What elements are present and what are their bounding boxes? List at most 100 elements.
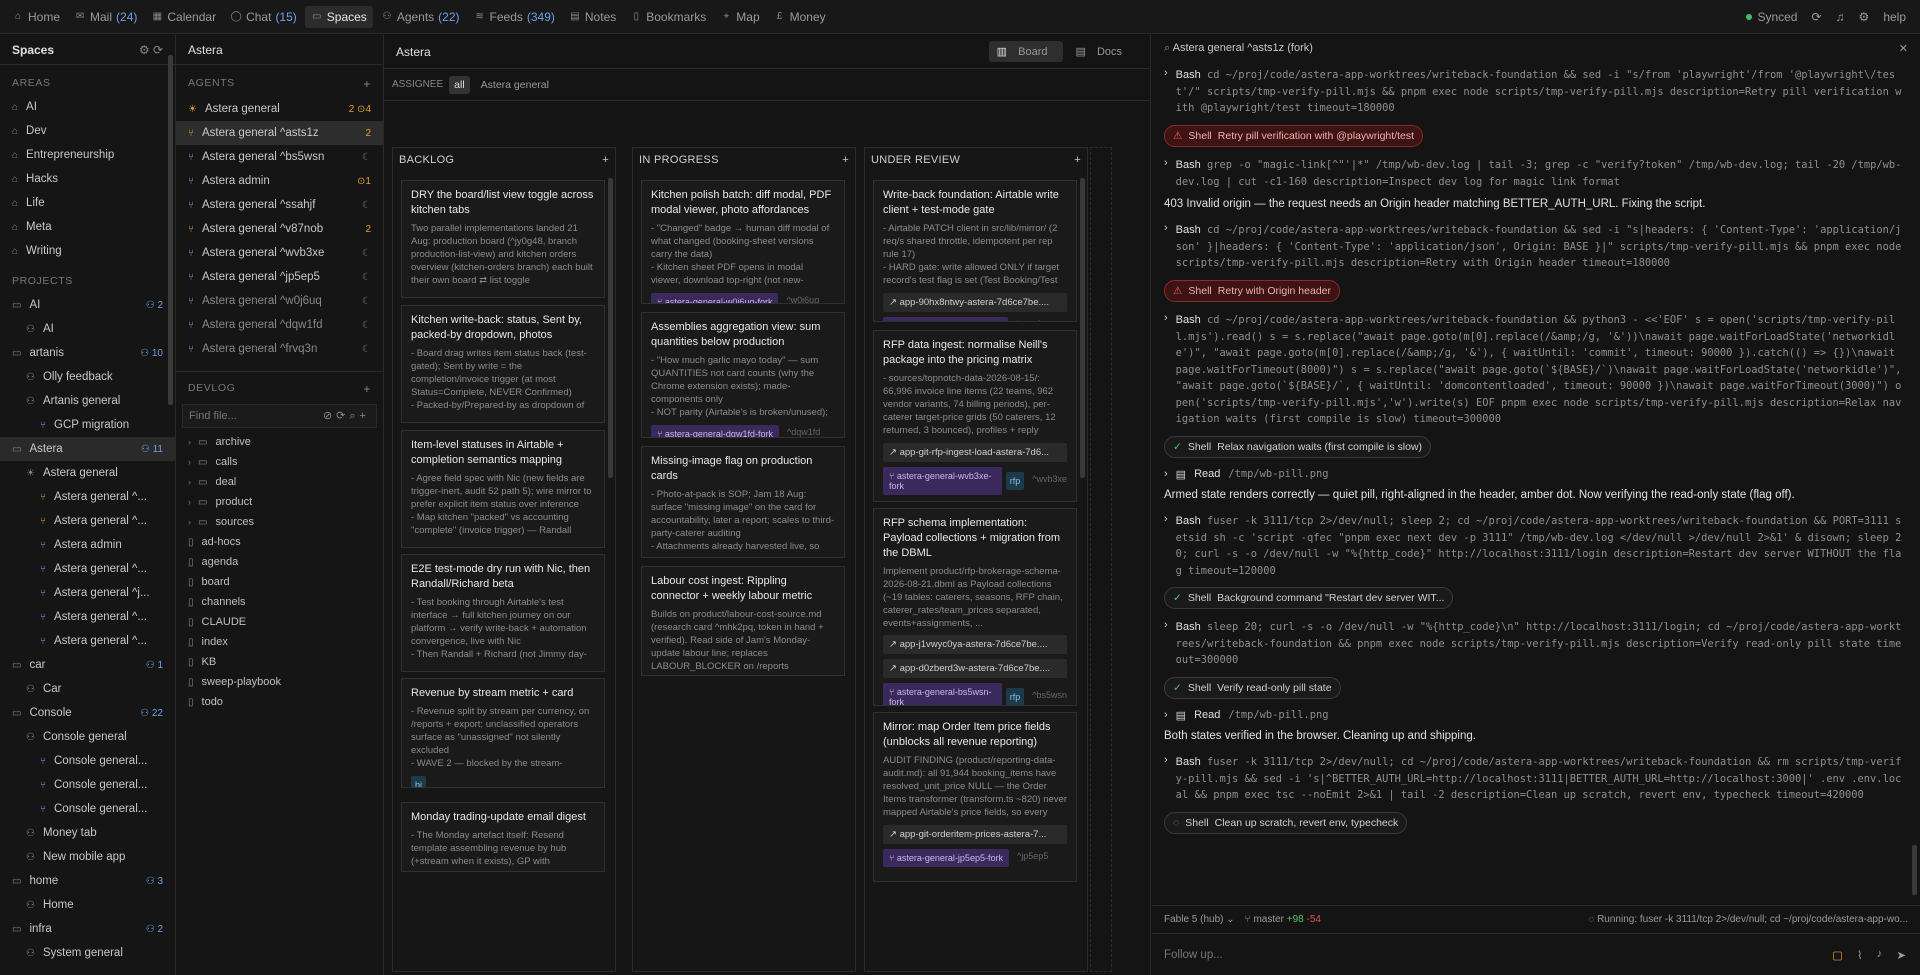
column-scrollbar[interactable] bbox=[1080, 178, 1085, 478]
project-item[interactable]: ⑂ Astera general ^... bbox=[0, 485, 175, 509]
agent-item[interactable]: ⑂ Astera general ^w0j6uq ☾ bbox=[176, 289, 383, 313]
area-item[interactable]: ⌂ Writing bbox=[0, 239, 175, 263]
task-card[interactable]: Item-level statuses in Airtable + comple… bbox=[401, 430, 605, 548]
project-item[interactable]: ⚇ New mobile app bbox=[0, 845, 175, 869]
task-card[interactable]: Labour cost ingest: Rippling connector +… bbox=[641, 566, 845, 676]
task-card[interactable]: Assemblies aggregation view: sum quantit… bbox=[641, 312, 845, 438]
bash-block[interactable]: › Bash cd ~/proj/code/astera-app-worktree… bbox=[1164, 67, 1902, 117]
project-item[interactable]: ⚇ Olly feedback bbox=[0, 365, 175, 389]
project-item[interactable]: ☀ Astera general bbox=[0, 461, 175, 485]
attach-icon[interactable]: ⌇ bbox=[1857, 948, 1863, 962]
project-item[interactable]: ⑂ Astera general ^... bbox=[0, 605, 175, 629]
agent-item[interactable]: ⑂ Astera general ^v87nob 2 bbox=[176, 217, 383, 241]
stop-icon[interactable]: ▢ bbox=[1832, 948, 1843, 962]
nav-bookmarks[interactable]: ▯ Bookmarks bbox=[624, 6, 712, 28]
send-icon[interactable]: ➤ bbox=[1896, 948, 1906, 962]
nav-money[interactable]: £ Money bbox=[768, 6, 832, 28]
shell-pill[interactable]: ✓ Shell Background command "Restart dev se… bbox=[1164, 587, 1454, 609]
nav-spaces[interactable]: ▭ Spaces bbox=[304, 5, 373, 28]
file-item[interactable]: ▯ agenda bbox=[176, 552, 383, 572]
file-item[interactable]: ▯ sweep-playbook bbox=[176, 672, 383, 692]
project-item[interactable]: ⑂ Astera general ^... bbox=[0, 557, 175, 581]
project-item[interactable]: ⑂ Console general... bbox=[0, 797, 175, 821]
shell-pill[interactable]: ⚠ Shell Retry pill verification with @play… bbox=[1164, 125, 1424, 147]
task-card[interactable]: Missing-image flag on production cards - … bbox=[641, 446, 845, 558]
project-item[interactable]: ⑂ Astera admin bbox=[0, 533, 175, 557]
folder-item[interactable]: › ▭ sources bbox=[176, 512, 383, 532]
read-block[interactable]: › ▤ Read/tmp/wb-pill.png bbox=[1164, 709, 1902, 722]
help-link[interactable]: help bbox=[1883, 10, 1906, 24]
nav-chat[interactable]: ◯ Chat (15) bbox=[224, 6, 303, 28]
project-item[interactable]: ⚇ AI bbox=[0, 317, 175, 341]
chat-scrollbar[interactable] bbox=[1912, 845, 1917, 895]
close-icon[interactable]: ✕ bbox=[1899, 42, 1908, 55]
shell-pill[interactable]: ✓ Shell Relax navigation waits (first comp… bbox=[1164, 436, 1431, 458]
file-tools-icons[interactable]: ⊘⟳⌕+ bbox=[323, 409, 370, 423]
file-item[interactable]: ▯ board bbox=[176, 572, 383, 592]
folder-item[interactable]: › ▭ archive bbox=[176, 432, 383, 452]
assignee-chip[interactable]: Astera general bbox=[476, 76, 554, 94]
project-item[interactable]: ▭ home ⚇ 3 bbox=[0, 869, 175, 893]
preview-link[interactable]: ↗ app-90hx8ntwy-astera-7d6ce7be.... bbox=[883, 293, 1067, 312]
preview-link[interactable]: ↗ app-j1vwyc0ya-astera-7d6ce7be.... bbox=[883, 635, 1067, 654]
project-item[interactable]: ▭ Console ⚇ 22 bbox=[0, 701, 175, 725]
branch-pill[interactable]: ⑂ astera-general-asts1z-fork bbox=[883, 317, 1008, 321]
area-item[interactable]: ⌂ Life bbox=[0, 191, 175, 215]
task-card[interactable]: E2E test-mode dry run with Nic, then Ran… bbox=[401, 554, 605, 672]
agent-item[interactable]: ⑂ Astera admin ⊙1 bbox=[176, 169, 383, 193]
bash-block[interactable]: › Bash sleep 20; curl -s -o /dev/null -w … bbox=[1164, 619, 1902, 669]
project-item[interactable]: ⚇ Console general bbox=[0, 725, 175, 749]
task-card[interactable]: DRY the board/list view toggle across ki… bbox=[401, 180, 605, 298]
docs-view-button[interactable]: ▤ Docs bbox=[1067, 41, 1138, 62]
file-item[interactable]: ▯ ad-hocs bbox=[176, 532, 383, 552]
mic-icon[interactable]: ♪ bbox=[1877, 948, 1883, 962]
folder-item[interactable]: › ▭ product bbox=[176, 492, 383, 512]
branch-pill[interactable]: ⑂ astera-general-dqw1fd-fork bbox=[651, 425, 779, 437]
bash-block[interactable]: › Bash fuser -k 3111/tcp 2>/dev/null; sle… bbox=[1164, 513, 1902, 579]
nav-feeds[interactable]: ≋ Feeds (349) bbox=[468, 6, 561, 28]
nav-calendar[interactable]: ▦ Calendar bbox=[145, 6, 222, 28]
preview-link[interactable]: ↗ app-git-rfp-ingest-load-astera-7d6... bbox=[883, 443, 1067, 462]
project-item[interactable]: ▭ AI ⚇ 2 bbox=[0, 293, 175, 317]
project-item[interactable]: ▭ artanis ⚇ 10 bbox=[0, 341, 175, 365]
branch-pill[interactable]: ⑂ astera-general-wvb3xe-fork bbox=[883, 467, 1002, 495]
add-devlog-icon[interactable]: + bbox=[363, 382, 371, 396]
agent-item[interactable]: ⑂ Astera general ^asts1z 2 bbox=[176, 121, 383, 145]
project-item[interactable]: ⚇ Home bbox=[0, 893, 175, 917]
file-item[interactable]: ▯ todo bbox=[176, 692, 383, 712]
refresh-icon[interactable]: ⟳ bbox=[153, 43, 163, 57]
project-item[interactable]: ▭ Astera ⚇ 11 bbox=[0, 437, 175, 461]
gear-icon[interactable]: ⚙ bbox=[1859, 10, 1870, 24]
bash-block[interactable]: › Bash cd ~/proj/code/astera-app-worktree… bbox=[1164, 222, 1902, 272]
area-item[interactable]: ⌂ Hacks bbox=[0, 167, 175, 191]
file-item[interactable]: ▯ CLAUDE bbox=[176, 612, 383, 632]
board-view-button[interactable]: ▥ Board bbox=[988, 41, 1064, 62]
project-item[interactable]: ⑂ Astera general ^... bbox=[0, 509, 175, 533]
bash-block[interactable]: › Bash grep -o "magic-link[^"'|*" /tmp/wb… bbox=[1164, 157, 1902, 190]
task-card[interactable]: RFP schema implementation: Payload colle… bbox=[873, 508, 1077, 706]
assignee-all-chip[interactable]: all bbox=[449, 75, 470, 94]
folder-item[interactable]: › ▭ calls bbox=[176, 452, 383, 472]
find-file-input[interactable]: Find file... ⊘⟳⌕+ bbox=[182, 404, 377, 428]
file-item[interactable]: ▯ index bbox=[176, 632, 383, 652]
nav-agents[interactable]: ⚇ Agents (22) bbox=[375, 6, 466, 28]
task-card[interactable]: Kitchen polish batch: diff modal, PDF mo… bbox=[641, 180, 845, 304]
bash-block[interactable]: › Bash fuser -k 3111/tcp 2>/dev/null; cd … bbox=[1164, 754, 1902, 804]
preview-link[interactable]: ↗ app-d0zberd3w-astera-7d6ce7be.... bbox=[883, 659, 1067, 678]
nav-notes[interactable]: ▤ Notes bbox=[563, 6, 622, 28]
nav-home[interactable]: ⌂ Home bbox=[6, 6, 66, 28]
host-selector[interactable]: Fable 5 (hub) ⌄ bbox=[1164, 914, 1235, 925]
branch-pill[interactable]: ⑂ astera-general-w0j6uq-fork bbox=[651, 293, 779, 303]
task-card[interactable]: Kitchen write-back: status, Sent by, pac… bbox=[401, 305, 605, 423]
branch-pill[interactable]: ⑂ astera-general-jp5ep5-fork bbox=[883, 849, 1009, 867]
bash-block[interactable]: › Bash cd ~/proj/code/astera-app-worktree… bbox=[1164, 312, 1902, 428]
add-card-icon[interactable]: + bbox=[602, 154, 609, 166]
column-scrollbar[interactable] bbox=[608, 178, 613, 478]
agent-item[interactable]: ⑂ Astera general ^bs5wsn ☾ bbox=[176, 145, 383, 169]
area-item[interactable]: ⌂ Entrepreneurship bbox=[0, 143, 175, 167]
project-item[interactable]: ⚇ Car bbox=[0, 677, 175, 701]
project-item[interactable]: ⑂ GCP migration bbox=[0, 413, 175, 437]
agent-item[interactable]: ⑂ Astera general ^jp5ep5 ☾ bbox=[176, 265, 383, 289]
project-item[interactable]: ⑂ Console general... bbox=[0, 749, 175, 773]
follow-up-input[interactable]: Follow up... ▢ ⌇ ♪ ➤ bbox=[1152, 933, 1920, 975]
